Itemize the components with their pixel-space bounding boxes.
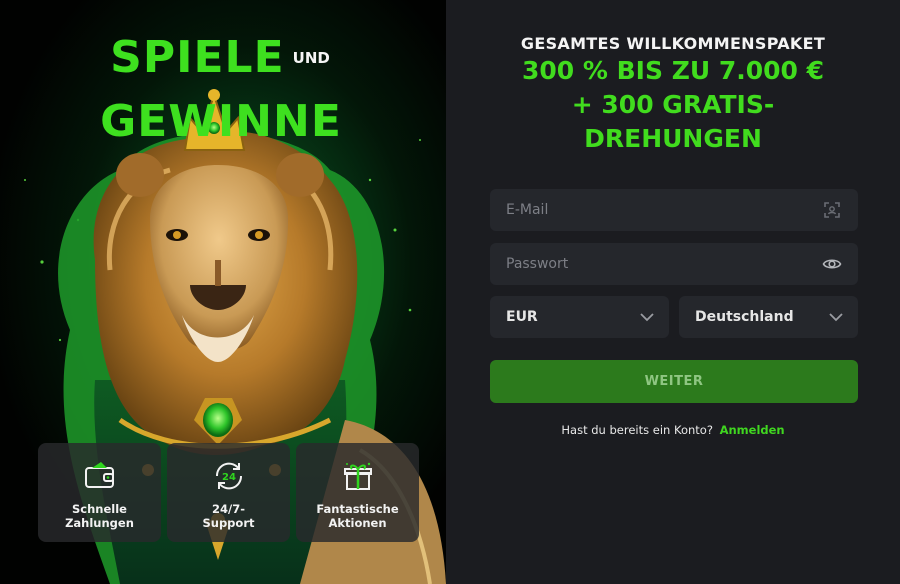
support-24-icon: 24 xyxy=(215,462,242,490)
feature-label: Schnelle Zahlungen xyxy=(65,502,134,530)
gift-icon xyxy=(343,462,372,490)
headline-win: GEWINNE xyxy=(100,96,342,147)
currency-value: EUR xyxy=(506,309,538,325)
feature-fast-payments: Schnelle Zahlungen xyxy=(38,443,161,542)
chevron-down-icon xyxy=(640,313,654,322)
offer-amount-line3: DREHUNGEN xyxy=(584,124,762,153)
promo-headline: SPIELE UND GEWINNE xyxy=(0,32,446,148)
welcome-offer: GESAMTES WILLKOMMENSPAKET 300 % BIS ZU 7… xyxy=(446,34,900,155)
headline-play: SPIELE xyxy=(110,32,285,83)
login-link[interactable]: Anmelden xyxy=(720,423,785,437)
login-prompt: Hast du bereits ein Konto? Anmelden xyxy=(446,423,900,437)
eye-icon[interactable] xyxy=(822,254,842,274)
offer-heading: GESAMTES WILLKOMMENSPAKET xyxy=(520,34,826,53)
email-input[interactable] xyxy=(506,202,822,218)
feature-support: 24 24/7- Support xyxy=(167,443,290,542)
password-field-container xyxy=(490,243,858,285)
feature-label: 24/7- Support xyxy=(202,502,255,530)
offer-amount-line1: 300 % BIS ZU 7.000 € xyxy=(521,56,824,85)
promo-panel: SPIELE UND GEWINNE Schnelle Zahlungen 24 xyxy=(0,0,446,584)
country-select[interactable]: Deutschland xyxy=(679,296,858,338)
headline-and: UND xyxy=(292,49,330,67)
country-value: Deutschland xyxy=(695,309,794,325)
registration-panel: GESAMTES WILLKOMMENSPAKET 300 % BIS ZU 7… xyxy=(446,0,900,584)
feature-label: Fantastische Aktionen xyxy=(316,502,399,530)
currency-select[interactable]: EUR xyxy=(490,296,669,338)
continue-button[interactable]: WEITER xyxy=(490,360,858,403)
password-input[interactable] xyxy=(506,256,822,272)
login-prompt-text: Hast du bereits ein Konto? xyxy=(561,423,713,437)
svg-text:24: 24 xyxy=(222,472,236,483)
wallet-icon xyxy=(84,462,114,488)
feature-cards: Schnelle Zahlungen 24 24/7- Support Fant… xyxy=(38,443,419,542)
chevron-down-icon xyxy=(829,313,843,322)
feature-promotions: Fantastische Aktionen xyxy=(296,443,419,542)
email-field-container xyxy=(490,189,858,231)
offer-amount-line2: + 300 GRATIS- xyxy=(571,90,775,119)
scan-icon[interactable] xyxy=(822,200,842,220)
